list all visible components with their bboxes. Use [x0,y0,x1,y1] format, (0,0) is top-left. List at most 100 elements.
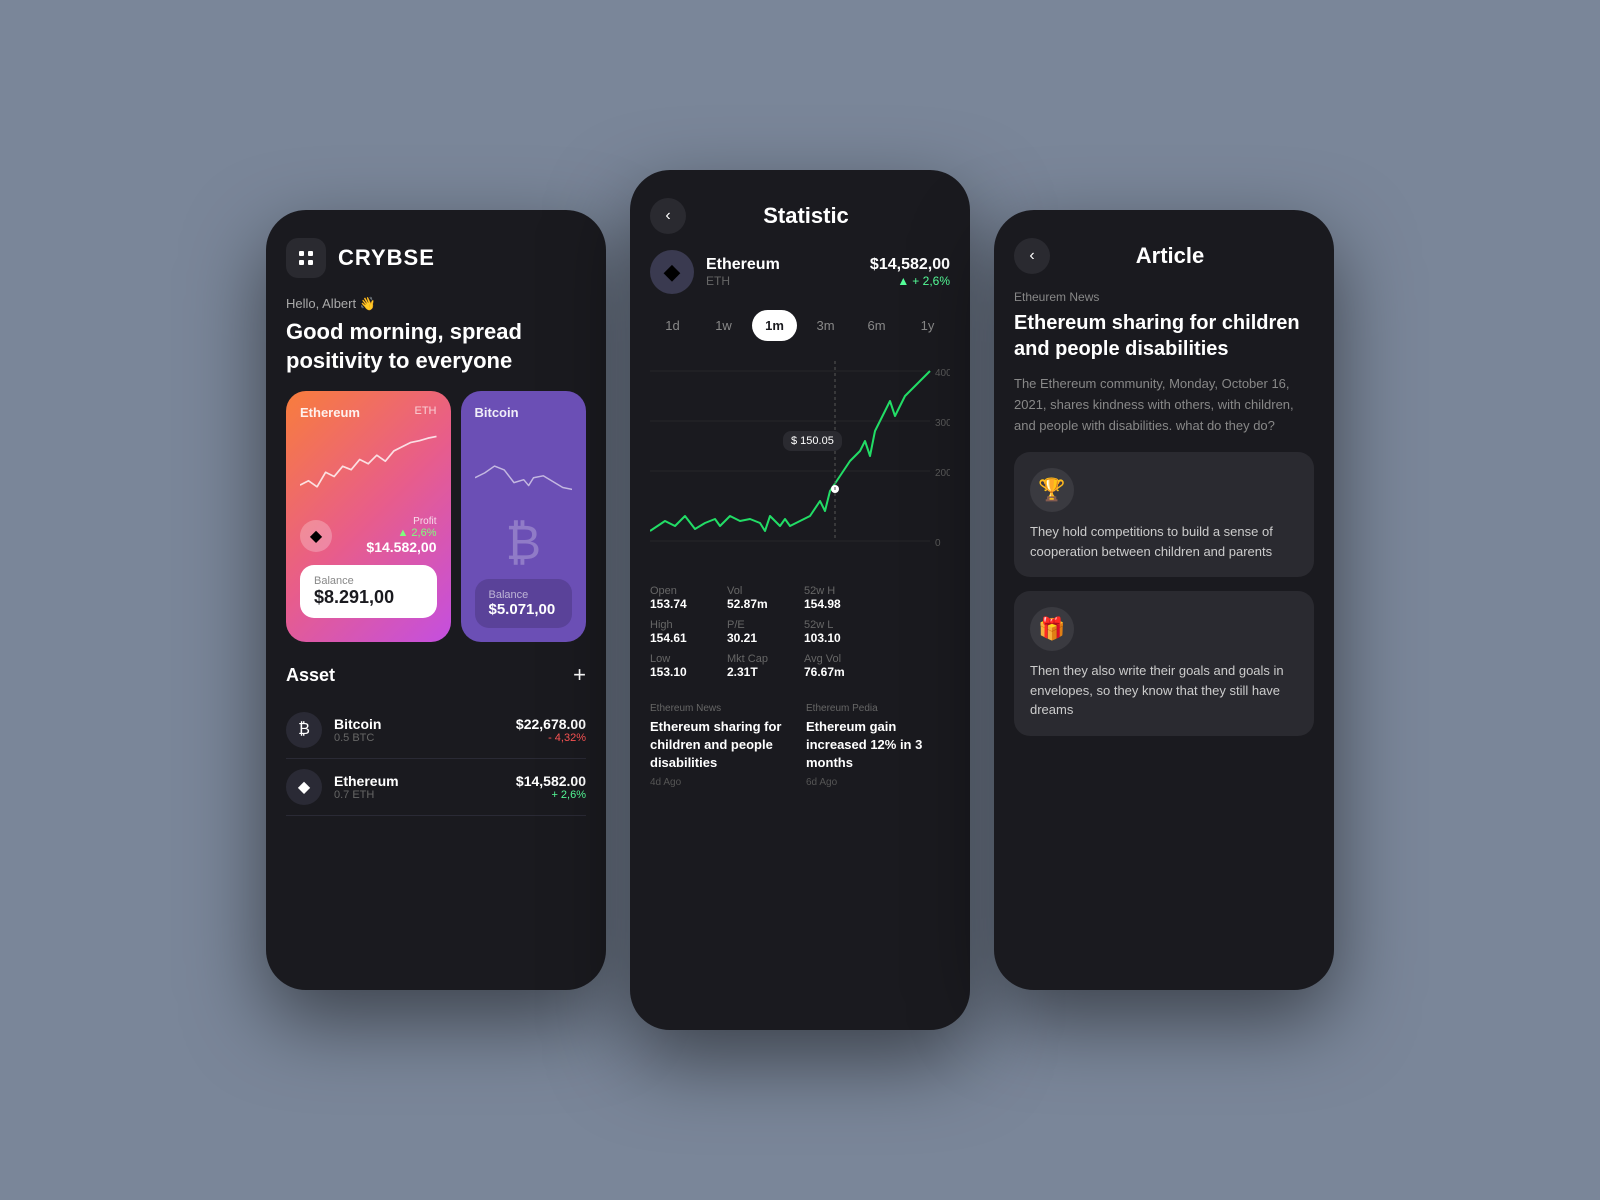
eth-asset-price: $14,582.00 + 2,6% [516,773,586,801]
news-title-1: Ethereum sharing for children and people… [650,718,794,773]
statistic-chart: 400 300 200 0 $ 150.05 [630,351,970,571]
news-item-2[interactable]: Ethereum Pedia Ethereum gain increased 1… [806,703,950,788]
chart-tooltip: $ 150.05 [783,431,842,451]
eth-card-label: Ethereum [300,405,360,420]
coin-price-info: $14,582,00 ▲ + 2,6% [870,256,950,288]
eth-asset-info: Ethereum 0.7 ETH [334,773,504,801]
svg-text:200: 200 [935,468,950,479]
menu-button[interactable] [286,238,326,278]
asset-section: Asset + ₿ Bitcoin 0.5 BTC $22,678.00 - 4… [266,662,606,816]
btc-asset-name: Bitcoin [334,716,504,732]
svg-text:0: 0 [935,538,941,549]
asset-row-btc[interactable]: ₿ Bitcoin 0.5 BTC $22,678.00 - 4,32% [286,702,586,759]
stat-high: High 154.61 [650,619,719,645]
news-source-1: Ethereum News [650,703,794,714]
add-asset-button[interactable]: + [573,662,586,688]
news-item-1[interactable]: Ethereum News Ethereum sharing for child… [650,703,794,788]
news-time-2: 6d Ago [806,777,950,788]
btc-chart [475,428,573,508]
eth-asset-icon: ◆ [286,769,322,805]
eth-icon: ◆ [300,520,332,552]
stat-placeholder2 [881,619,950,645]
eth-asset-name: Ethereum [334,773,504,789]
btc-balance-val: $5.071,00 [489,601,559,618]
news-title-2: Ethereum gain increased 12% in 3 months [806,718,950,773]
coin-price-val: $14,582,00 [870,256,950,274]
screen-statistic: ‹ Statistic ◆ Ethereum ETH $14,582,00 ▲ … [630,170,970,1030]
coin-info: Ethereum ETH [706,256,858,288]
tab-1d[interactable]: 1d [650,310,695,341]
article-card-1: 🏆 They hold competitions to build a sens… [1014,452,1314,577]
article-header: ‹ Article [994,210,1334,290]
btc-card-label: Bitcoin [475,405,573,420]
svg-text:400: 400 [935,368,950,379]
asset-title: Asset [286,665,335,686]
eth-profit-val: $14.582,00 [366,539,436,555]
trophy-icon: 🏆 [1030,468,1074,512]
article-card-2-text: Then they also write their goals and goa… [1030,661,1298,720]
article-body: The Ethereum community, Monday, October … [994,374,1334,452]
btc-asset-price: $22,678.00 - 4,32% [516,716,586,744]
stat-placeholder1 [881,585,950,611]
eth-card[interactable]: Ethereum ETH ◆ Profit ▲ 2,6% $14.5 [286,391,451,642]
app-logo: CRYBSE [338,245,435,271]
stat-52wh: 52w H 154.98 [804,585,873,611]
svg-text:300: 300 [935,418,950,429]
stat-vol: Vol 52.87m [727,585,796,611]
tab-1y[interactable]: 1y [905,310,950,341]
news-source-2: Ethereum Pedia [806,703,950,714]
greeting-sub: Hello, Albert 👋 [286,296,586,312]
news-section: Ethereum News Ethereum sharing for child… [630,693,970,798]
stat-open: Open 153.74 [650,585,719,611]
article-card-1-text: They hold competitions to build a sense … [1030,522,1298,561]
coin-name: Ethereum [706,256,858,274]
statistic-header: ‹ Statistic [630,170,970,250]
coin-ticker: ETH [706,274,858,288]
coin-icon: ◆ [650,250,694,294]
article-source: Etheurem News [994,290,1334,310]
eth-icon-area: ◆ Profit ▲ 2,6% $14.582,00 [300,516,437,555]
statistic-title: Statistic [698,203,914,229]
back-button-statistic[interactable]: ‹ [650,198,686,234]
article-title-header: Article [1062,243,1278,269]
eth-asset-sub: 0.7 ETH [334,789,504,801]
home-header: CRYBSE [266,210,606,288]
btc-card[interactable]: Bitcoin ₿ Balance $5.071,00 [461,391,587,642]
coin-price-change: ▲ + 2,6% [870,274,950,288]
gift-icon: 🎁 [1030,607,1074,651]
tab-1w[interactable]: 1w [701,310,746,341]
eth-profit: Profit ▲ 2,6% $14.582,00 [366,516,436,555]
eth-balance: Balance $8.291,00 [300,565,437,618]
btc-icon-area: ₿ [475,516,573,571]
article-card-2: 🎁 Then they also write their goals and g… [1014,591,1314,736]
screen-article: ‹ Article Etheurem News Ethereum sharing… [994,210,1334,990]
greeting-main: Good morning, spread positivity to every… [286,318,586,375]
tab-3m[interactable]: 3m [803,310,848,341]
stat-pe: P/E 30.21 [727,619,796,645]
eth-card-ticker: ETH [415,405,437,417]
btc-asset-icon: ₿ [286,712,322,748]
eth-chart [300,428,437,508]
asset-cards: Ethereum ETH ◆ Profit ▲ 2,6% $14.5 [266,391,606,662]
eth-balance-val: $8.291,00 [314,587,423,608]
stat-avgvol: Avg Vol 76.67m [804,653,873,679]
eth-profit-pct: ▲ 2,6% [366,527,436,539]
tab-6m[interactable]: 6m [854,310,899,341]
asset-header: Asset + [286,662,586,688]
asset-row-eth[interactable]: ◆ Ethereum 0.7 ETH $14,582.00 + 2,6% [286,759,586,816]
back-button-article[interactable]: ‹ [1014,238,1050,274]
news-time-1: 4d Ago [650,777,794,788]
stats-grid: Open 153.74 Vol 52.87m 52w H 154.98 High… [630,571,970,693]
btc-asset-sub: 0.5 BTC [334,732,504,744]
tab-1m[interactable]: 1m [752,310,797,341]
screens-container: CRYBSE Hello, Albert 👋 Good morning, spr… [266,170,1334,1030]
btc-balance: Balance $5.071,00 [475,579,573,628]
screen-home: CRYBSE Hello, Albert 👋 Good morning, spr… [266,210,606,990]
stat-52wl: 52w L 103.10 [804,619,873,645]
coin-row: ◆ Ethereum ETH $14,582,00 ▲ + 2,6% [630,250,970,310]
greeting-section: Hello, Albert 👋 Good morning, spread pos… [266,288,606,391]
stat-low: Low 153.10 [650,653,719,679]
btc-icon: ₿ [505,516,541,571]
time-tabs: 1d 1w 1m 3m 6m 1y [630,310,970,351]
btc-asset-info: Bitcoin 0.5 BTC [334,716,504,744]
